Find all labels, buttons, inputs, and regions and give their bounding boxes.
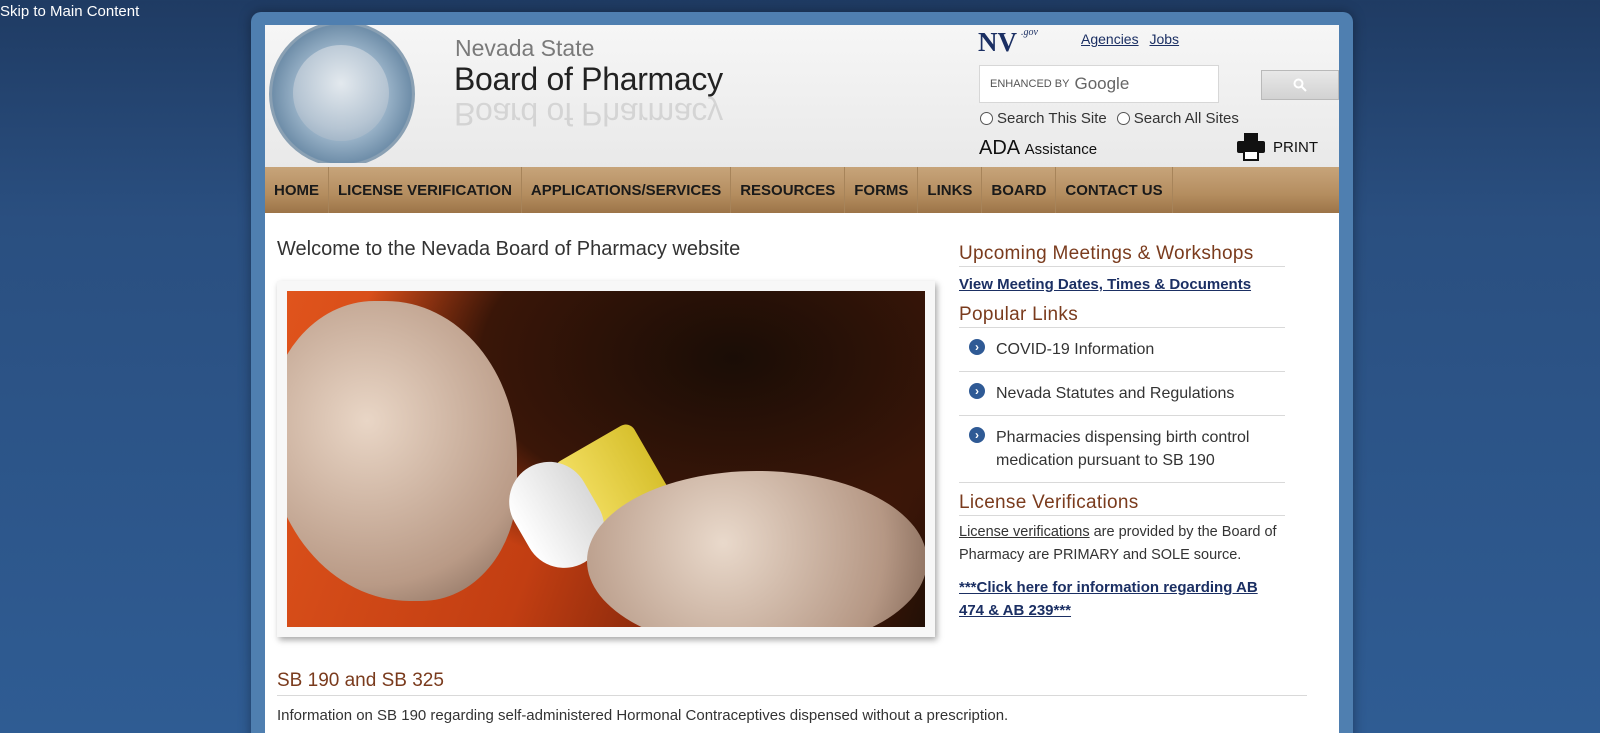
license-verifications-heading: License Verifications <box>959 492 1285 516</box>
sidebar: Upcoming Meetings & Workshops View Meeti… <box>959 243 1285 622</box>
nav-forms[interactable]: FORMS <box>845 167 919 213</box>
chevron-right-icon: › <box>969 383 985 399</box>
radio-circle[interactable] <box>980 112 993 125</box>
assistance-label: Assistance <box>1024 141 1098 158</box>
search-button[interactable] <box>1261 70 1339 100</box>
license-verifications-link[interactable]: License verifications <box>959 524 1090 540</box>
radio-label: Search This Site <box>997 110 1107 127</box>
search-input[interactable]: ENHANCED BY Google <box>979 65 1219 103</box>
site-title-reflection: Board of Pharmacy <box>454 96 723 132</box>
section-text-sb190: Information on SB 190 regarding self-adm… <box>277 707 1009 724</box>
popular-link-label: Pharmacies dispensing birth control medi… <box>996 429 1250 469</box>
nv-gov-logo[interactable]: NV <box>978 27 1017 58</box>
ab474-ab239-link[interactable]: ***Click here for information regarding … <box>959 576 1285 622</box>
top-links: Agencies Jobs <box>1081 31 1186 47</box>
site-header: Nevada State Board of Pharmacy Board of … <box>265 25 1339 167</box>
popular-links-heading: Popular Links <box>959 304 1285 328</box>
skip-to-main-content-link[interactable]: Skip to Main Content <box>0 3 139 20</box>
nav-board[interactable]: BOARD <box>982 167 1057 213</box>
license-verifications-text: License verifications are provided by th… <box>959 521 1285 567</box>
hero-image-pill-bottle <box>287 291 925 627</box>
radio-circle[interactable] <box>1116 112 1130 125</box>
meetings-heading: Upcoming Meetings & Workshops <box>959 243 1285 267</box>
popular-link-label: COVID-19 Information <box>996 341 1155 358</box>
site-title[interactable]: Board of Pharmacy <box>454 61 723 98</box>
ada-label: ADA <box>979 137 1021 159</box>
nav-contact-us[interactable]: CONTACT US <box>1056 167 1173 213</box>
agencies-link[interactable]: Agencies <box>1081 31 1139 47</box>
printer-icon <box>1237 133 1265 161</box>
page-container: Nevada State Board of Pharmacy Board of … <box>265 25 1339 733</box>
nav-links[interactable]: LINKS <box>918 167 983 213</box>
section-heading-sb190: SB 190 and SB 325 <box>277 670 444 691</box>
site-subtitle: Nevada State <box>455 35 595 61</box>
nav-home[interactable]: HOME <box>265 167 329 213</box>
meeting-dates-link[interactable]: View Meeting Dates, Times & Documents <box>959 276 1285 293</box>
divider <box>277 695 1307 696</box>
main-nav: HOME LICENSE VERIFICATION APPLICATIONS/S… <box>265 167 1339 213</box>
google-label: Google <box>1074 74 1130 93</box>
seal-inner <box>293 45 389 141</box>
radio-search-this-site[interactable]: Search This Site <box>980 110 1107 127</box>
print-label: PRINT <box>1273 138 1318 156</box>
search-icon <box>1293 78 1307 92</box>
radio-label: Search All Sites <box>1133 110 1239 127</box>
nav-license-verification[interactable]: LICENSE VERIFICATION <box>329 167 522 213</box>
nv-gov-suffix: .gov <box>1021 27 1038 38</box>
nav-applications-services[interactable]: APPLICATIONS/SERVICES <box>522 167 732 213</box>
jobs-link[interactable]: Jobs <box>1149 31 1179 47</box>
chevron-right-icon: › <box>969 427 985 443</box>
chevron-right-icon: › <box>969 339 985 355</box>
popular-link-birth-control[interactable]: › Pharmacies dispensing birth control me… <box>959 416 1285 483</box>
hero-image-frame <box>277 281 935 637</box>
popular-links-list: › COVID-19 Information › Nevada Statutes… <box>959 328 1285 483</box>
ada-assistance-link[interactable]: ADA Assistance <box>979 137 1097 160</box>
popular-link-label: Nevada Statutes and Regulations <box>996 385 1235 402</box>
search-scope-radios: Search This Site Search All Sites <box>980 110 1239 127</box>
nav-resources[interactable]: RESOURCES <box>731 167 846 213</box>
radio-search-all-sites[interactable]: Search All Sites <box>1116 110 1239 127</box>
hand-shape <box>287 301 517 601</box>
enhanced-by-label: ENHANCED BY <box>990 78 1070 90</box>
print-button[interactable]: PRINT <box>1237 133 1318 161</box>
popular-link-covid[interactable]: › COVID-19 Information <box>959 328 1285 372</box>
nevada-seal-logo <box>265 25 441 163</box>
popular-link-statutes[interactable]: › Nevada Statutes and Regulations <box>959 372 1285 416</box>
welcome-heading: Welcome to the Nevada Board of Pharmacy … <box>277 238 741 260</box>
